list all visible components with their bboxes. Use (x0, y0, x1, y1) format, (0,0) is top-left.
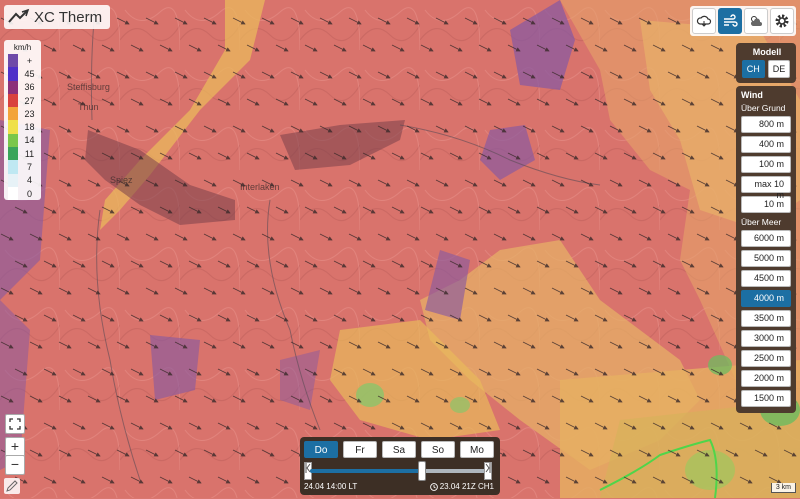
legend-row: 18 (4, 120, 41, 134)
day-tab-so[interactable]: So (421, 441, 455, 458)
day-tab-mo[interactable]: Mo (460, 441, 494, 458)
legend-swatch (8, 160, 18, 174)
legend-swatch (8, 67, 18, 81)
zoom-in-button[interactable]: + (5, 437, 25, 457)
zoom-out-button[interactable]: − (5, 455, 25, 475)
legend-swatch (8, 120, 18, 134)
legend-label: 0 (26, 188, 32, 199)
skip-forward-icon (485, 463, 491, 473)
legend-label: 36 (24, 82, 35, 93)
map-scale: 3 km (770, 483, 796, 493)
time-control: Do Fr Sa So Mo 24.04 14:00 LT 23.04 21Z CH1 (300, 437, 500, 495)
wind-level-button[interactable]: 10 m (741, 196, 791, 213)
legend-label: 23 (24, 108, 35, 119)
wind-level-button[interactable]: 2000 m (741, 370, 791, 387)
time-slider-fill (310, 469, 422, 473)
legend-row: 7 (4, 160, 41, 174)
legend-label: 7 (26, 162, 32, 173)
time-slider-handle[interactable] (417, 461, 426, 481)
wind-level-panel: Wind Über Grund 800 m 400 m 100 m max 10 m1… (736, 86, 796, 413)
legend-label: 18 (24, 122, 35, 133)
place-label-spiez: Spiez (110, 175, 133, 185)
model-panel-title: Modell (752, 47, 782, 57)
wind-legend: km/h +45 36 27 23 18 14 11 7 4 0 (4, 40, 41, 201)
wind-layer-button[interactable] (718, 8, 742, 34)
legend-swatch (8, 107, 18, 121)
legend-label: 4 (26, 175, 32, 186)
model-de-button[interactable]: DE (767, 60, 791, 78)
legend-swatch (8, 147, 18, 161)
wind-level-button[interactable]: 100 m (741, 156, 791, 173)
wind-level-button[interactable]: 800 m (741, 116, 791, 133)
app-logo[interactable]: XC Therm (4, 5, 111, 29)
gear-icon (775, 14, 789, 28)
wind-level-button[interactable]: 3000 m (741, 330, 791, 347)
legend-row: 23 (4, 107, 41, 121)
cloud-sun-icon (696, 15, 712, 27)
model-run-text: 23.04 21Z CH1 (439, 482, 494, 491)
legend-swatch (8, 93, 18, 108)
legend-row: 0 (4, 186, 41, 201)
weather-layer-button[interactable] (744, 8, 768, 34)
wind-panel-title: Wind (741, 90, 763, 100)
glider-icon (8, 8, 30, 23)
model-panel: Modell CH DE (736, 43, 796, 83)
draw-tool-button[interactable] (4, 478, 20, 494)
legend-row: 27 (4, 93, 41, 108)
model-run-label: 23.04 21Z CH1 (429, 482, 494, 491)
sun-cloud-icon (750, 16, 762, 26)
legend-swatch (8, 54, 18, 68)
wind-map[interactable]: Steffisburg Thun Spiez Interlaken (0, 0, 800, 498)
thermal-layer-button[interactable] (692, 8, 716, 34)
legend-row: 36 (4, 80, 41, 94)
time-slider-track[interactable] (310, 469, 490, 473)
model-ch-button[interactable]: CH (741, 60, 765, 78)
legend-swatch (8, 186, 18, 201)
wind-icon (724, 14, 738, 27)
wind-level-button[interactable]: 6000 m (741, 230, 791, 247)
legend-row: + (4, 54, 41, 68)
legend-row: 14 (4, 133, 41, 148)
expand-icon (9, 418, 21, 430)
legend-row: 45 (4, 67, 41, 81)
place-label-interlaken: Interlaken (240, 182, 280, 192)
legend-swatch (8, 80, 18, 94)
legend-label: 11 (24, 148, 35, 159)
legend-unit: km/h (13, 43, 32, 52)
legend-label: 14 (24, 135, 35, 146)
legend-swatch (8, 173, 18, 187)
app-title: XC Therm (34, 8, 103, 26)
settings-button[interactable] (770, 8, 794, 34)
wind-level-button[interactable]: 1500 m (741, 390, 791, 407)
step-forward-button[interactable] (484, 462, 492, 480)
clock-icon (429, 482, 438, 491)
wind-level-button[interactable]: 2500 m (741, 350, 791, 367)
place-label-steffisburg: Steffisburg (67, 82, 110, 92)
wind-level-button[interactable]: 4500 m (741, 270, 791, 287)
legend-label: 27 (24, 95, 35, 106)
local-time-label: 24.04 14:00 LT (304, 482, 358, 491)
pencil-icon (6, 480, 18, 492)
legend-row: 4 (4, 173, 41, 187)
above-ground-label: Über Grund (741, 103, 786, 113)
wind-level-button[interactable]: max 10 m (741, 176, 791, 200)
fullscreen-button[interactable] (5, 414, 25, 434)
legend-row: 11 (4, 147, 41, 161)
layer-toolbar (690, 6, 796, 36)
day-tab-fr[interactable]: Fr (343, 441, 377, 458)
wind-level-button[interactable]: 400 m (741, 136, 791, 153)
day-tab-do[interactable]: Do (304, 441, 338, 458)
day-tab-sa[interactable]: Sa (382, 441, 416, 458)
wind-level-button[interactable]: 4000 m (741, 290, 791, 307)
legend-swatch (8, 133, 18, 148)
wind-level-button[interactable]: 5000 m (741, 250, 791, 267)
wind-level-button[interactable]: 3500 m (741, 310, 791, 327)
legend-label: 45 (24, 68, 35, 79)
legend-label: + (26, 55, 33, 66)
above-sea-label: Über Meer (741, 217, 782, 227)
